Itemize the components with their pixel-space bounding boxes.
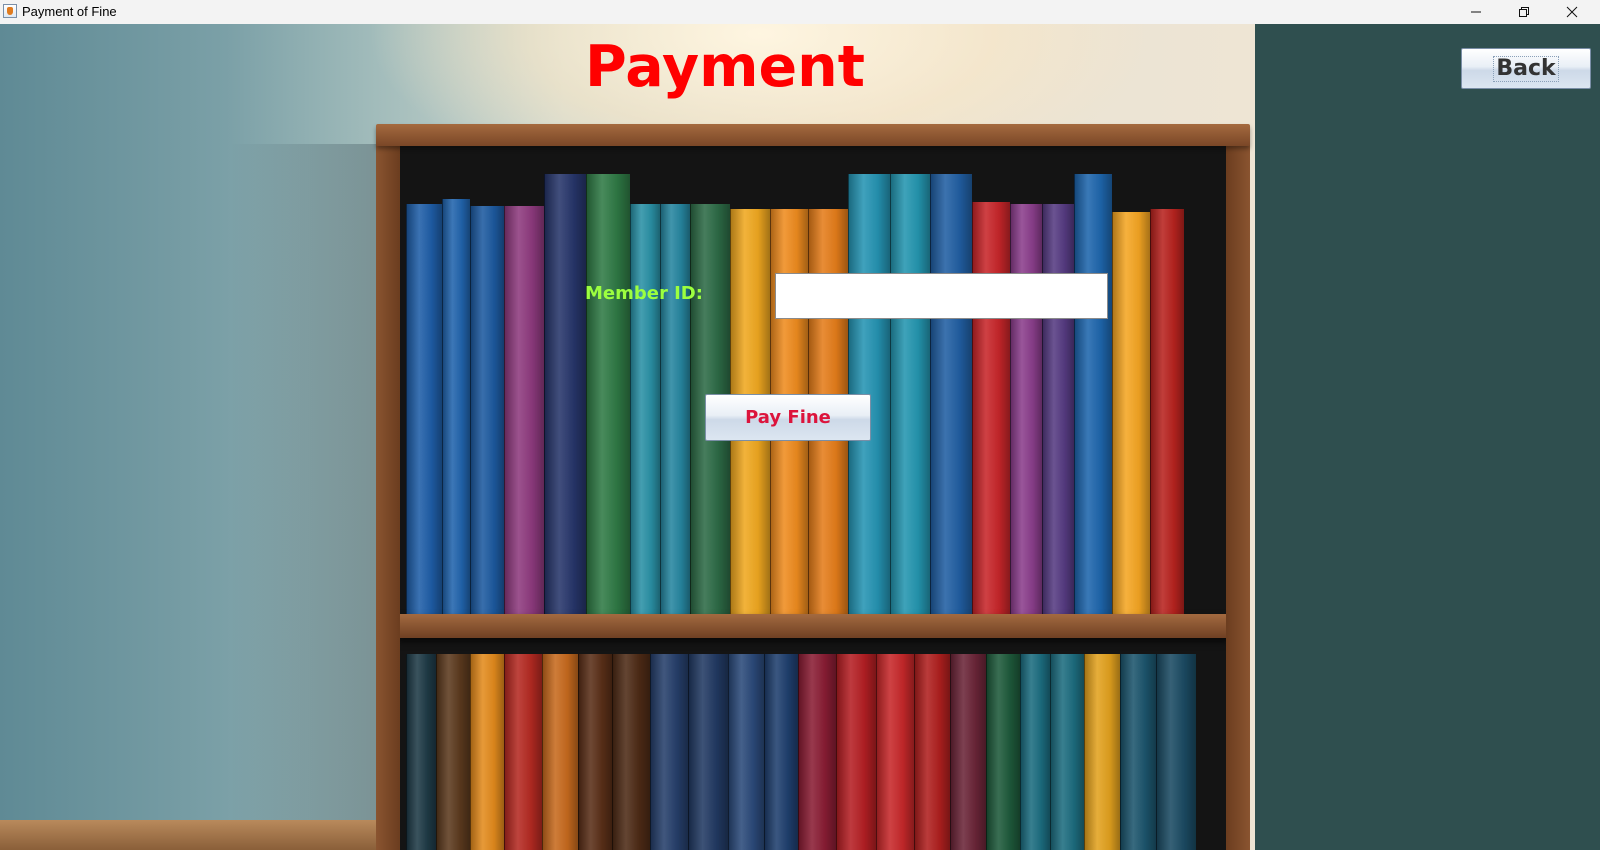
book-spine [1050,654,1084,850]
book-spine [612,654,650,850]
bookcase-top-board [376,124,1250,146]
book-spine [972,202,1010,614]
book-spine [544,174,586,614]
bookcase [376,124,1250,850]
page-title: Payment [585,34,865,100]
book-spine [728,654,764,850]
book-spine [950,654,986,850]
restore-button[interactable] [1500,0,1548,24]
book-spine [1120,654,1156,850]
book-spine [586,174,630,614]
minimize-icon [1471,11,1481,13]
book-spine [504,206,544,614]
book-spine [1020,654,1050,850]
book-spine [986,654,1020,850]
book-spine [1010,204,1042,614]
book-spine [836,654,876,850]
member-id-label: Member ID: [585,283,703,304]
back-button[interactable]: Back [1461,48,1591,89]
window-title: Payment of Fine [22,4,117,19]
book-spine [630,204,660,614]
floor [0,820,380,850]
book-spine [930,174,972,614]
bookcase-right-side [1226,144,1250,850]
pay-fine-button[interactable]: Pay Fine [705,394,871,441]
book-spine [406,204,442,614]
bookshelf-background-image [0,24,1255,850]
book-spine [914,654,950,850]
bottom-shelf-books [400,638,1226,850]
book-spine [764,654,798,850]
book-spine [660,204,690,614]
book-spine [1074,174,1112,614]
book-spine [542,654,578,850]
restore-icon [1519,7,1529,17]
book-spine [1156,654,1196,850]
close-button[interactable] [1548,0,1596,24]
book-spine [650,654,688,850]
window-titlebar: Payment of Fine [0,0,1600,25]
book-spine [1084,654,1120,850]
book-spine [436,654,470,850]
top-shelf-books [400,146,1226,614]
middle-shelf-board [398,614,1228,638]
book-spine [504,654,542,850]
book-spine [688,654,728,850]
book-spine [890,174,930,614]
book-spine [470,654,504,850]
member-id-input[interactable] [775,273,1108,319]
java-app-icon [3,4,17,18]
book-spine [470,206,504,614]
book-spine [1150,209,1184,614]
wall-shadow [230,144,390,824]
back-button-label: Back [1493,55,1559,82]
book-spine [1112,212,1150,614]
book-spine [876,654,914,850]
book-spine [406,654,436,850]
book-spine [442,199,470,614]
close-icon [1566,6,1578,18]
bookcase-left-side [376,144,400,850]
book-spine [1042,204,1074,614]
book-spine [798,654,836,850]
right-side-panel [1255,24,1600,850]
minimize-button[interactable] [1452,0,1500,24]
book-spine [578,654,612,850]
